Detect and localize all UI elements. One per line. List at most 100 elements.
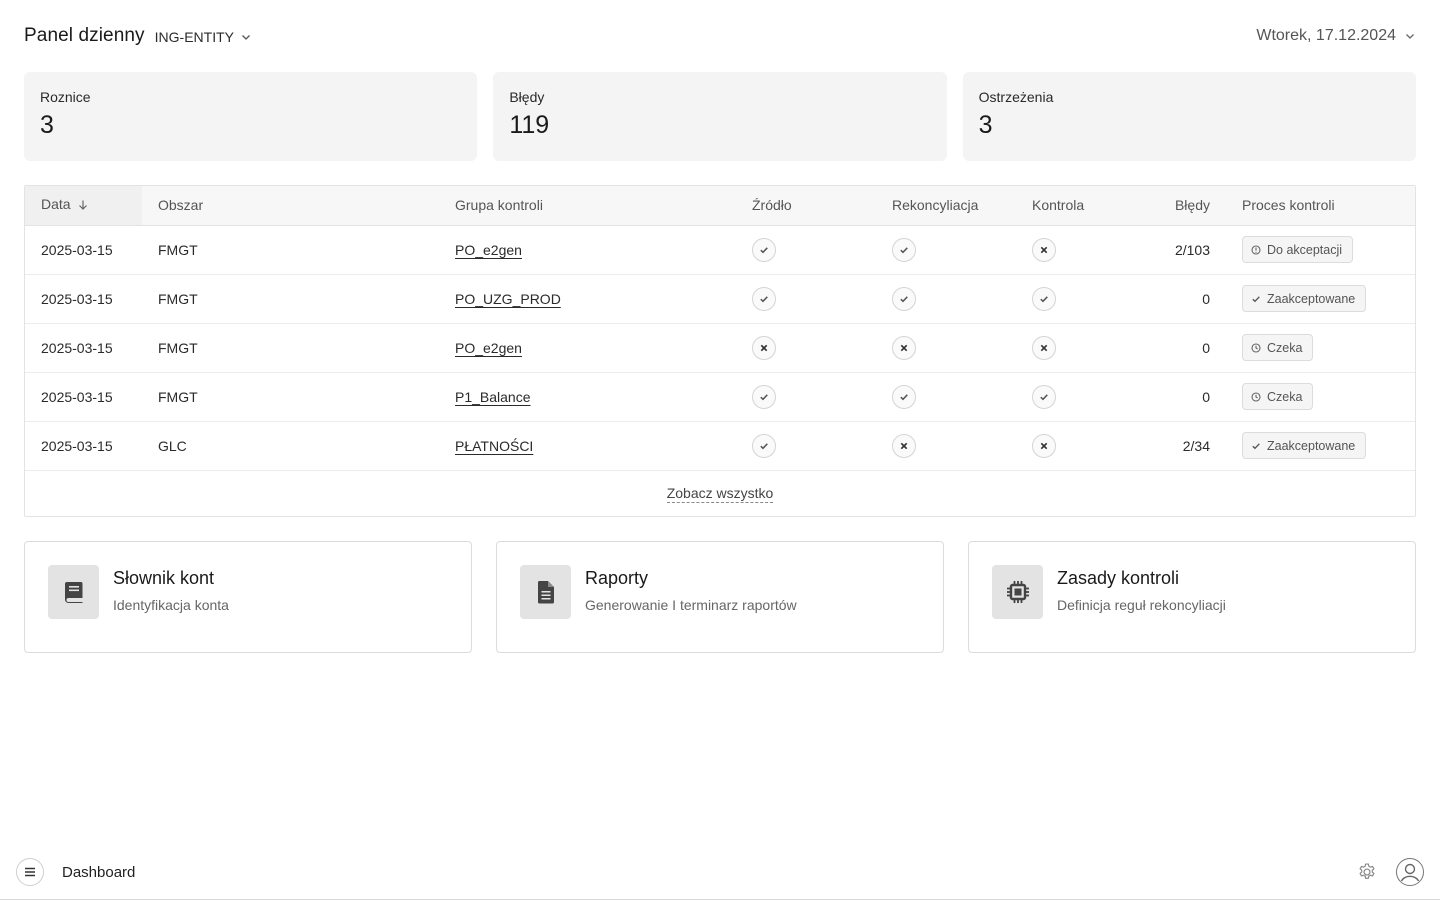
table-header-row: Data Obszar Grupa kontroli Źródło Rekonc…: [25, 186, 1415, 226]
settings-button[interactable]: [1356, 861, 1378, 883]
feature-title: Zasady kontroli: [1057, 568, 1180, 588]
controls-table: Data Obszar Grupa kontroli Źródło Rekonc…: [24, 185, 1416, 517]
cell-grupa: PO_UZG_PROD: [439, 274, 736, 324]
cell-zrodlo: [736, 421, 876, 471]
document-icon: [520, 565, 571, 619]
x-circle-icon: [892, 433, 916, 458]
stat-value: 3: [978, 111, 993, 139]
see-all-link[interactable]: Zobacz wszystko: [666, 485, 774, 503]
table-row[interactable]: 2025-03-15 FMGT P1_Balance 0 Czeka: [25, 372, 1415, 422]
x-circle-icon: [1032, 237, 1056, 262]
column-header-data[interactable]: Data: [25, 186, 142, 226]
page-title: Panel dzienny: [24, 25, 145, 46]
date-select-value: Wtorek, 17.12.2024: [1256, 27, 1396, 44]
cell-zrodlo: [736, 225, 876, 275]
x-circle-icon: [1032, 335, 1056, 360]
stats-row: Roznice 3 Błędy 119 Ostrzeżenia 3: [24, 72, 1416, 161]
stat-card-ostrzezenia: Ostrzeżenia 3: [962, 72, 1416, 161]
cell-grupa: PŁATNOŚCI: [439, 421, 736, 471]
status-badge-label: Zaakceptowane: [1267, 291, 1356, 306]
cell-kontrola: [1016, 274, 1136, 324]
bottom-right: [1356, 858, 1424, 886]
column-header-bledy[interactable]: Błędy: [1136, 186, 1226, 226]
cell-bledy: 0: [1136, 323, 1226, 373]
hamburger-icon: [23, 865, 37, 879]
status-badge[interactable]: Czeka: [1242, 334, 1314, 361]
stat-label: Błędy: [509, 89, 545, 105]
check-circle-icon: [752, 433, 776, 458]
column-header-proces[interactable]: Proces kontroli: [1226, 186, 1415, 226]
cell-obszar: FMGT: [142, 274, 439, 324]
cell-data: 2025-03-15: [25, 421, 142, 471]
bottom-bar: Dashboard: [0, 845, 1440, 900]
bottom-left: Dashboard: [16, 858, 135, 886]
table-row[interactable]: 2025-03-15 FMGT PO_UZG_PROD 0 Zaakceptowane: [25, 274, 1415, 324]
group-link[interactable]: PO_UZG_PROD: [455, 291, 561, 307]
cell-bledy: 2/103: [1136, 225, 1226, 275]
feature-card-slownik-kont[interactable]: Słownik kont Identyfikacja konta: [24, 541, 472, 653]
column-header-label: Data: [41, 196, 71, 213]
table-row[interactable]: 2025-03-15 GLC PŁATNOŚCI 2/34 Zaakceptowane: [25, 421, 1415, 471]
cell-obszar: FMGT: [142, 225, 439, 275]
menu-button[interactable]: [16, 858, 44, 886]
cell-rekoncyliacja: [876, 421, 1016, 471]
feature-title: Słownik kont: [113, 568, 215, 588]
group-link[interactable]: PO_e2gen: [455, 242, 522, 258]
column-header-obszar[interactable]: Obszar: [142, 186, 439, 226]
status-badge-label: Zaakceptowane: [1267, 438, 1356, 453]
cell-proces: Zaakceptowane: [1226, 421, 1415, 471]
check-circle-icon: [1032, 286, 1056, 311]
cell-kontrola: [1016, 323, 1136, 373]
cell-bledy: 2/34: [1136, 421, 1226, 471]
entity-select[interactable]: ING-ENTITY: [155, 28, 252, 45]
controls-table-grid: Data Obszar Grupa kontroli Źródło Rekonc…: [25, 186, 1415, 471]
clock-icon: [1251, 342, 1261, 353]
cell-obszar: FMGT: [142, 323, 439, 373]
check-circle-icon: [892, 384, 916, 409]
entity-select-value: ING-ENTITY: [154, 28, 235, 45]
x-circle-icon: [752, 335, 776, 360]
cell-proces: Czeka: [1226, 372, 1415, 422]
column-header-grupa[interactable]: Grupa kontroli: [439, 186, 736, 226]
check-icon: [1251, 294, 1261, 304]
stat-value: 3: [40, 111, 54, 139]
column-header-rekoncyliacja[interactable]: Rekoncyliacja: [876, 186, 1016, 226]
chip-icon: [992, 565, 1043, 619]
cell-kontrola: [1016, 421, 1136, 471]
table-row[interactable]: 2025-03-15 FMGT PO_e2gen 0 Czeka: [25, 323, 1415, 373]
status-badge[interactable]: Do akceptacji: [1242, 236, 1354, 263]
group-link[interactable]: P1_Balance: [455, 389, 531, 405]
status-badge[interactable]: Zaakceptowane: [1242, 285, 1367, 312]
status-badge[interactable]: Czeka: [1242, 383, 1314, 410]
stat-card-bledy: Błędy 119: [493, 72, 947, 161]
clock-alert-icon: [1251, 244, 1261, 255]
status-badge[interactable]: Zaakceptowane: [1242, 432, 1367, 459]
cell-zrodlo: [736, 372, 876, 422]
feature-card-raporty[interactable]: Raporty Generowanie I terminarz raportów: [496, 541, 944, 653]
check-circle-icon: [752, 384, 776, 409]
feature-title: Raporty: [585, 568, 649, 588]
user-icon: [1397, 859, 1423, 885]
feature-subtitle: Definicja reguł rekoncyliacji: [1057, 597, 1226, 613]
cell-grupa: PO_e2gen: [439, 323, 736, 373]
stat-label: Roznice: [40, 89, 91, 105]
group-link[interactable]: PŁATNOŚCI: [455, 438, 533, 454]
date-select[interactable]: Wtorek, 17.12.2024: [1256, 27, 1416, 45]
app-section-title: Dashboard: [62, 863, 136, 881]
cell-zrodlo: [736, 323, 876, 373]
cell-grupa: P1_Balance: [439, 372, 736, 422]
book-icon: [48, 565, 99, 619]
group-link[interactable]: PO_e2gen: [455, 340, 522, 356]
column-header-zrodlo[interactable]: Źródło: [736, 186, 876, 226]
cell-data: 2025-03-15: [25, 372, 142, 422]
table-row[interactable]: 2025-03-15 FMGT PO_e2gen 2/103 Do akceptacji: [25, 225, 1415, 275]
feature-text: Zasady kontroli Definicja reguł rekoncyl…: [1057, 565, 1226, 613]
cell-data: 2025-03-15: [25, 274, 142, 324]
page-header: Panel dzienny ING-ENTITY Wtorek, 17.12.2…: [24, 22, 1416, 50]
user-avatar-button[interactable]: [1396, 858, 1424, 886]
feature-card-zasady-kontroli[interactable]: Zasady kontroli Definicja reguł rekoncyl…: [968, 541, 1416, 653]
gear-icon: [1357, 862, 1377, 882]
column-header-kontrola[interactable]: Kontrola: [1016, 186, 1136, 226]
features-row: Słownik kont Identyfikacja konta Raporty…: [24, 541, 1416, 653]
chevron-down-icon: [1404, 30, 1416, 42]
